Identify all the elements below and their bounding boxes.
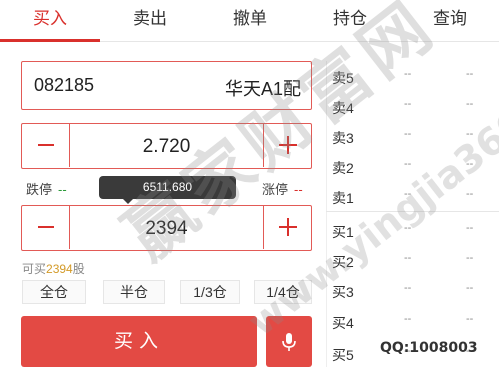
quantity-input[interactable]: 2394 bbox=[70, 218, 263, 240]
minus-icon bbox=[38, 144, 54, 146]
available-quantity: 可买2394股 bbox=[22, 262, 85, 276]
tab-query[interactable]: 查询 bbox=[400, 0, 499, 42]
position-half-button[interactable]: 半仓 bbox=[103, 280, 165, 304]
amount-tooltip: 6511.680 bbox=[99, 176, 236, 199]
price-stepper: 2.720 bbox=[21, 123, 312, 169]
stock-code-field[interactable]: 082185 华天A1配 bbox=[21, 61, 312, 110]
tooltip-arrow bbox=[122, 198, 134, 204]
sell-level-1: 卖1 -- -- bbox=[332, 188, 474, 206]
limit-down: 跌停 -- bbox=[26, 182, 67, 197]
position-quarter-button[interactable]: 1/4仓 bbox=[254, 280, 312, 304]
limit-up: 涨停 -- bbox=[262, 182, 303, 197]
buy-level-3: 买3 -- -- bbox=[332, 282, 474, 300]
tab-positions[interactable]: 持仓 bbox=[300, 0, 400, 42]
order-book-divider bbox=[326, 211, 499, 212]
price-input[interactable]: 2.720 bbox=[70, 136, 263, 158]
quantity-decrease-button[interactable] bbox=[22, 206, 70, 249]
buy-level-4: 买4 -- -- bbox=[332, 313, 474, 331]
position-full-button[interactable]: 全仓 bbox=[22, 280, 86, 304]
price-increase-button[interactable] bbox=[263, 124, 311, 167]
buy-button[interactable]: 买入 bbox=[21, 316, 257, 367]
tab-sell[interactable]: 卖出 bbox=[100, 0, 200, 42]
buy-level-5: 买5 -- -- bbox=[332, 345, 474, 363]
tab-cancel[interactable]: 撤单 bbox=[200, 0, 300, 42]
tab-bar: 买入 卖出 撤单 持仓 查询 bbox=[0, 0, 499, 42]
sell-level-2: 卖2 -- -- bbox=[332, 158, 474, 176]
stock-name: 华天A1配 bbox=[224, 79, 301, 99]
buy-level-1: 买1 -- -- bbox=[332, 222, 474, 240]
quantity-increase-button[interactable] bbox=[263, 206, 311, 249]
buy-level-2: 买2 -- -- bbox=[332, 252, 474, 270]
sell-level-3: 卖3 -- -- bbox=[332, 128, 474, 146]
price-decrease-button[interactable] bbox=[22, 124, 70, 167]
stock-code: 082185 bbox=[34, 75, 95, 95]
quantity-stepper: 2394 bbox=[21, 205, 312, 251]
minus-icon bbox=[38, 226, 54, 228]
microphone-icon bbox=[282, 333, 296, 351]
voice-input-button[interactable] bbox=[266, 316, 312, 367]
sell-level-4: 卖4 -- -- bbox=[332, 98, 474, 116]
position-third-button[interactable]: 1/3仓 bbox=[180, 280, 240, 304]
active-tab-indicator bbox=[0, 39, 100, 42]
tab-buy[interactable]: 买入 bbox=[0, 0, 100, 42]
sell-level-5: 卖5 -- -- bbox=[332, 68, 474, 86]
